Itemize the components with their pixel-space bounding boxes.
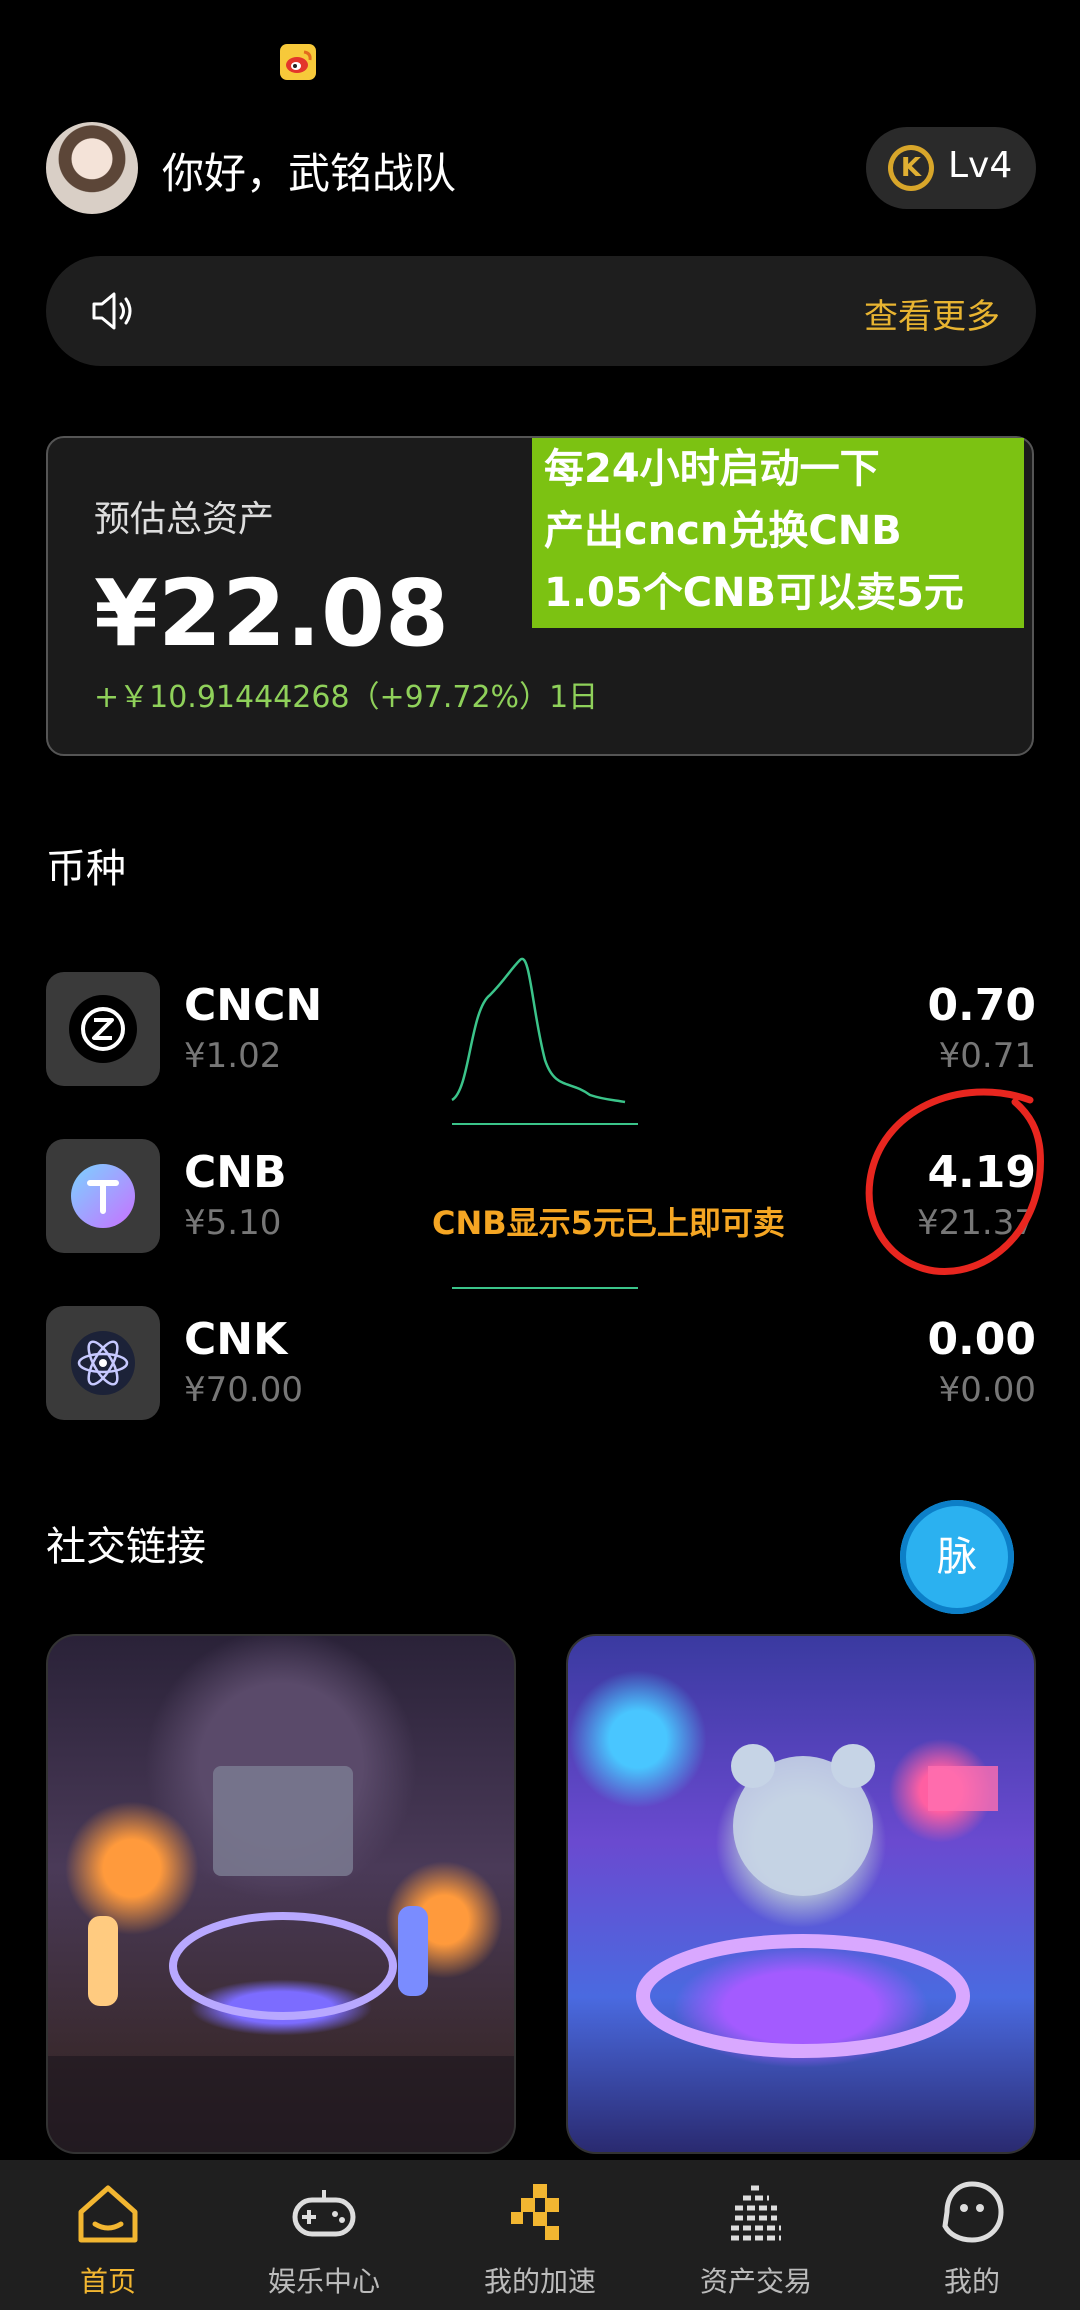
blocks-icon (511, 2184, 559, 2240)
note-line: 1.05个CNB可以卖5元 (544, 570, 964, 616)
nav-home[interactable]: 首页 (0, 2160, 216, 2310)
coin-name: CNCN (184, 980, 323, 1031)
coin-price: ¥70.00 (184, 1370, 303, 1410)
atom-coin-icon (46, 1306, 160, 1420)
nav-label: 娱乐中心 (267, 2265, 380, 2298)
nav-label: 我的加速 (483, 2265, 596, 2298)
speaker-icon (92, 292, 132, 330)
face-icon (942, 2181, 1004, 2243)
equalizer-icon (731, 2185, 781, 2241)
nav-profile[interactable]: 我的 (864, 2160, 1080, 2310)
coin-amount: 0.00 (927, 1314, 1036, 1365)
green-annotation-note: 每24小时启动一下 产出cncn兑换CNB 1.05个CNB可以卖5元 (532, 438, 1024, 628)
nav-label: 我的 (943, 2265, 1000, 2298)
social-card-left-image[interactable] (46, 1634, 516, 2154)
k-letter: K (900, 153, 922, 183)
total-assets-label: 预估总资产 (94, 499, 275, 540)
coin-amount: 0.70 (927, 980, 1036, 1031)
home-icon (78, 2185, 138, 2243)
mai-floating-button[interactable]: 脉 (900, 1500, 1014, 1614)
total-assets-value: ¥22.08 (94, 560, 450, 667)
weibo-icon (280, 44, 316, 80)
nav-asset-trading[interactable]: 资产交易 (648, 2160, 864, 2310)
coin-value: ¥0.71 (938, 1036, 1036, 1076)
avatar[interactable] (46, 122, 138, 214)
nav-label: 首页 (79, 2265, 136, 2298)
assets-change-text: +￥10.91444268（+97.72%）1日 (94, 680, 599, 715)
orange-annotation-note: CNB显示5元已上即可卖 (432, 1204, 785, 1242)
level-badge[interactable]: K Lv4 (866, 127, 1036, 209)
coin-name: CNB (184, 1147, 287, 1198)
z-coin-icon (46, 972, 160, 1086)
coin-price: ¥1.02 (184, 1036, 282, 1076)
nav-entertainment[interactable]: 娱乐中心 (216, 2160, 432, 2310)
sparkline-chart (451, 957, 638, 1125)
social-section-title: 社交链接 (46, 1524, 206, 1570)
nav-label: 资产交易 (699, 2265, 812, 2298)
nav-accelerate[interactable]: 我的加速 (432, 2160, 648, 2310)
announcement-bar[interactable]: 查看更多 (46, 256, 1036, 366)
social-card-right-image[interactable] (566, 1634, 1036, 2154)
greeting-text: 你好，武铭战队 (162, 149, 457, 198)
coins-section-title: 币种 (46, 846, 126, 892)
gamepad-icon (292, 2190, 356, 2237)
note-line: 每24小时启动一下 (544, 446, 880, 492)
red-annotation-circle (865, 1088, 1044, 1275)
t-coin-icon (46, 1139, 160, 1253)
bottom-nav: 首页 娱乐中心 我的加速 资产交易 我的 (0, 2160, 1080, 2310)
view-more-link[interactable]: 查看更多 (864, 289, 1000, 338)
divider-line (452, 1287, 638, 1289)
level-label: Lv4 (948, 145, 1013, 186)
coin-value: ¥0.00 (938, 1370, 1036, 1410)
note-line: 产出cncn兑换CNB (544, 508, 902, 554)
coin-price: ¥5.10 (184, 1203, 282, 1243)
coin-name: CNK (184, 1314, 288, 1365)
coin-row-cnk[interactable]: CNK ¥70.00 0.00 ¥0.00 (46, 1306, 1036, 1422)
